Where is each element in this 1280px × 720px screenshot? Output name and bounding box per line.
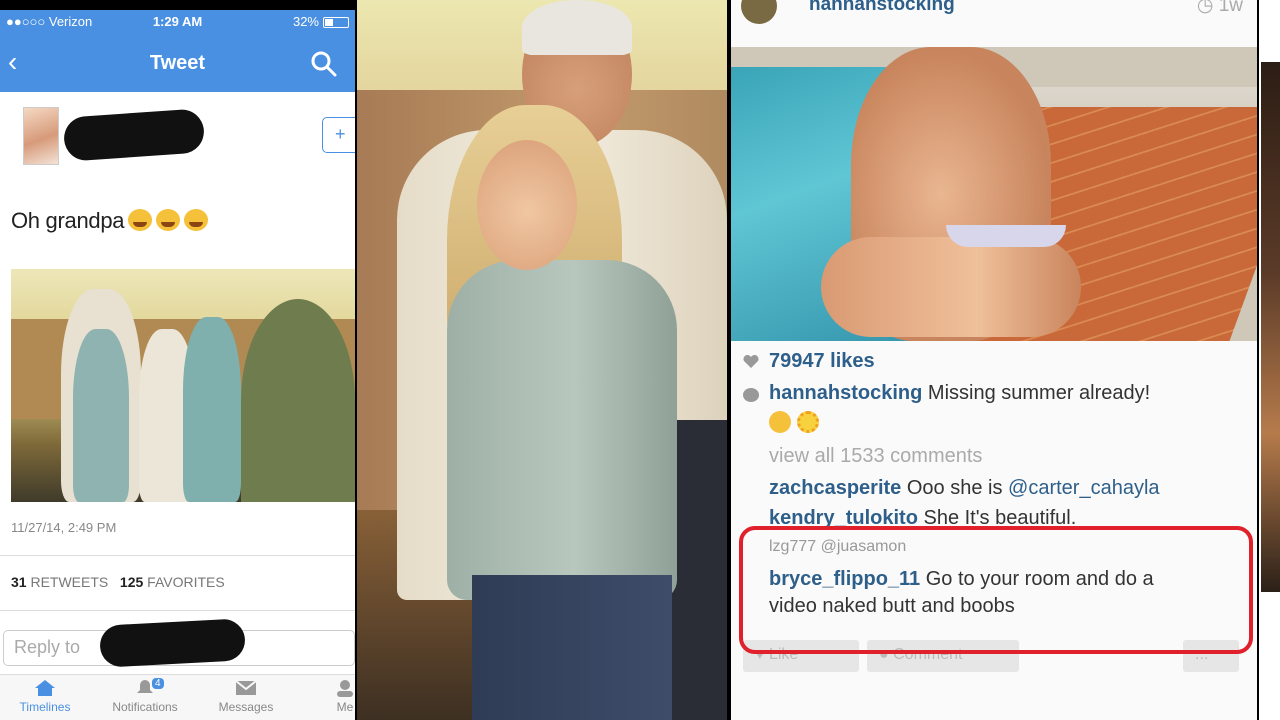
tweet-body: Oh grandpa: [11, 208, 125, 233]
page-title: Tweet: [149, 52, 206, 74]
laughing-emoji-icon: [184, 209, 209, 231]
tab-label: Me: [336, 700, 354, 714]
tab-label: Timelines: [19, 700, 71, 714]
tab-messages[interactable]: Messages: [201, 679, 291, 714]
battery-percent: 32%: [292, 14, 319, 29]
sun-emoji-icon: [797, 410, 819, 433]
caption: hannahstocking Missing summer already!: [769, 382, 1150, 405]
post-username[interactable]: hannahstocking: [809, 0, 955, 16]
photo-girl-jeans: [472, 575, 672, 720]
comment-mention[interactable]: @carter_cahayla: [1008, 477, 1159, 499]
status-bar: ●●○○○ Verizon 1:29 AM 32%: [0, 14, 355, 32]
screenshot-collage: ●●○○○ Verizon 1:29 AM 32% ‹ Tweet + Oh g…: [0, 0, 1280, 720]
notification-badge: 4: [152, 678, 164, 689]
post-age: ◷ 1w: [1197, 0, 1243, 17]
heart-icon: [743, 355, 759, 368]
battery-icon: [323, 17, 349, 28]
favorite-label: FAVORITES: [147, 574, 225, 590]
caption-text: Missing summer already!: [927, 382, 1151, 404]
home-icon: [35, 680, 55, 696]
laughing-emoji-icon: [128, 209, 153, 231]
likes-text: 79947 likes: [769, 350, 875, 372]
twitter-tweet-screen: ●●○○○ Verizon 1:29 AM 32% ‹ Tweet + Oh g…: [0, 10, 355, 720]
photo-person: [73, 329, 129, 502]
enlarged-photo: [357, 0, 727, 720]
photo-person: [183, 317, 241, 502]
favorite-count[interactable]: 125: [120, 574, 143, 590]
person-icon: [337, 680, 353, 697]
photo-girl-face: [477, 140, 577, 270]
cropped-photo: [1261, 62, 1280, 592]
crying-emoji-icon: [769, 410, 791, 433]
caption-username[interactable]: hannahstocking: [769, 382, 922, 404]
photo-person-legs: [821, 237, 1081, 337]
caption-emojis: [769, 410, 825, 433]
comment-bubble-icon: [743, 388, 759, 402]
photo-girl-shirt: [447, 260, 677, 600]
avatar[interactable]: [741, 0, 777, 24]
tweet-text: Oh grandpa: [11, 208, 209, 234]
tab-bar: Timelines 4 Notifications Messages Me: [0, 674, 355, 720]
tab-notifications[interactable]: 4 Notifications: [100, 678, 190, 714]
divider: [0, 610, 355, 611]
view-all-comments[interactable]: view all 1533 comments: [769, 445, 982, 468]
follow-button[interactable]: +: [322, 117, 355, 153]
tab-me[interactable]: Me: [300, 679, 355, 714]
redacted-username: [62, 108, 206, 162]
tweet-photo[interactable]: [11, 269, 355, 502]
comment-username[interactable]: zachcasperite: [769, 477, 901, 499]
tab-label: Messages: [218, 700, 274, 714]
tweet-timestamp: 11/27/14, 2:49 PM: [11, 520, 117, 535]
photo-swimwear: [946, 225, 1066, 247]
highlight-annotation: [739, 526, 1253, 654]
tab-label: Notifications: [112, 700, 178, 714]
instagram-post-screen: hannahstocking ◷ 1w 79947 likes hannahst…: [731, 0, 1257, 720]
divider: [0, 555, 355, 556]
likes-count[interactable]: 79947 likes: [769, 350, 875, 373]
twitter-header: ●●○○○ Verizon 1:29 AM 32% ‹ Tweet: [0, 10, 355, 92]
retweet-count[interactable]: 31: [11, 574, 27, 590]
comment: zachcasperite Ooo she is @carter_cahayla: [769, 477, 1160, 500]
search-icon[interactable]: [311, 51, 337, 77]
envelope-icon: [235, 680, 257, 695]
retweet-label: RETWEETS: [30, 574, 109, 590]
redacted-reply-username: [99, 618, 246, 668]
photo-plant: [241, 299, 355, 502]
laughing-emoji-icon: [156, 209, 181, 231]
avatar[interactable]: [23, 107, 59, 165]
post-age-text: 1w: [1218, 0, 1243, 16]
cropped-next-panel: [1259, 0, 1280, 720]
reply-placeholder: Reply to: [14, 637, 81, 657]
tab-timelines[interactable]: Timelines: [0, 679, 90, 714]
post-photo[interactable]: [731, 47, 1257, 341]
tweet-stats: 31 RETWEETS 125 FAVORITES: [11, 574, 225, 590]
photo-man-hair: [522, 0, 632, 55]
comment-text: Ooo she is: [906, 477, 1009, 499]
